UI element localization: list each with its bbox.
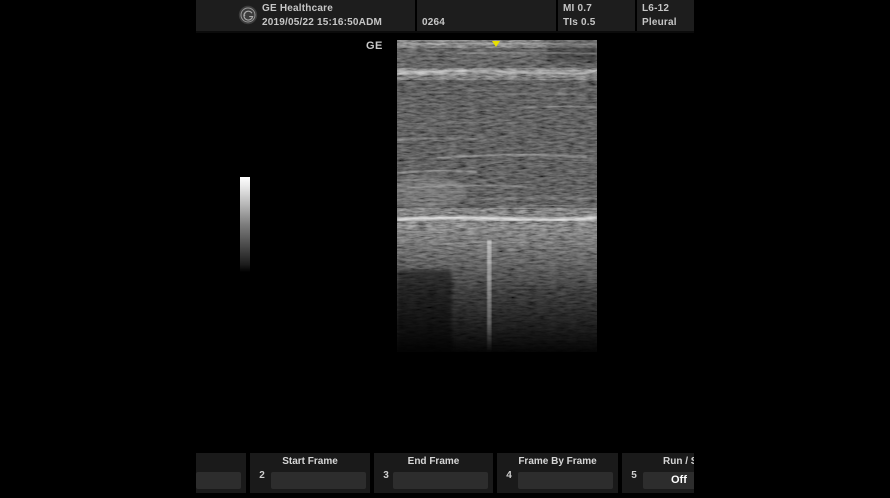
softkey-number: 4 — [503, 470, 515, 481]
start-frame-button[interactable] — [271, 472, 366, 489]
ge-watermark: GE — [366, 40, 383, 52]
softkey-section-frame-by-frame: 4 Frame By Frame — [497, 453, 618, 493]
exam-number-label: 0264 — [422, 17, 445, 28]
end-frame-button[interactable] — [393, 472, 488, 489]
tis-value-label: TIs 0.5 — [563, 17, 596, 28]
header-brand-section: GE Healthcare 2019/05/22 15:16:50ADM — [196, 0, 415, 31]
softkey-section-start-frame: 2 Start Frame — [250, 453, 370, 493]
softkey-bar: 2 Start Frame 3 End Frame 4 Frame By Fra… — [196, 453, 694, 493]
preset-label: Pleural — [642, 17, 677, 28]
probe-model-label: L6-12 — [642, 3, 669, 14]
softkey-label: Run / S — [663, 456, 694, 467]
mi-value-label: MI 0.7 — [563, 3, 592, 14]
ultrasound-speckle-render — [397, 40, 597, 352]
softkey-label: Start Frame — [250, 456, 370, 467]
softkey-value: Off — [643, 472, 694, 489]
active-display-region: GE Healthcare 2019/05/22 15:16:50ADM 026… — [196, 0, 694, 498]
softkey-section-run-stop: 5 Run / S Off — [622, 453, 694, 493]
softkey-label: Frame By Frame — [497, 456, 618, 467]
header-exam-section: 0264 — [417, 0, 556, 31]
header-bar: GE Healthcare 2019/05/22 15:16:50ADM 026… — [196, 0, 694, 33]
ultrasound-image — [397, 40, 597, 352]
header-acoustic-section: MI 0.7 TIs 0.5 — [558, 0, 635, 31]
softkey-number: 5 — [628, 470, 640, 481]
softkey-number: 2 — [256, 470, 268, 481]
ge-logo-icon — [238, 5, 258, 25]
header-probe-section: L6-12 Pleural — [637, 0, 694, 31]
softkey-section-1 — [196, 453, 246, 493]
ultrasound-machine-screen: GE Healthcare 2019/05/22 15:16:50ADM 026… — [0, 0, 890, 498]
softkey-label: End Frame — [374, 456, 493, 467]
run-stop-button[interactable]: Off — [643, 472, 694, 489]
datetime-label: 2019/05/22 15:16:50ADM — [262, 17, 382, 28]
frame-by-frame-button[interactable] — [518, 472, 613, 489]
grayscale-reference-bar — [240, 177, 250, 272]
brand-label: GE Healthcare — [262, 3, 333, 14]
softkey-number: 3 — [380, 470, 392, 481]
softkey-section-end-frame: 3 End Frame — [374, 453, 493, 493]
softkey-button-1[interactable] — [196, 472, 241, 489]
probe-orientation-marker-icon — [492, 41, 500, 47]
